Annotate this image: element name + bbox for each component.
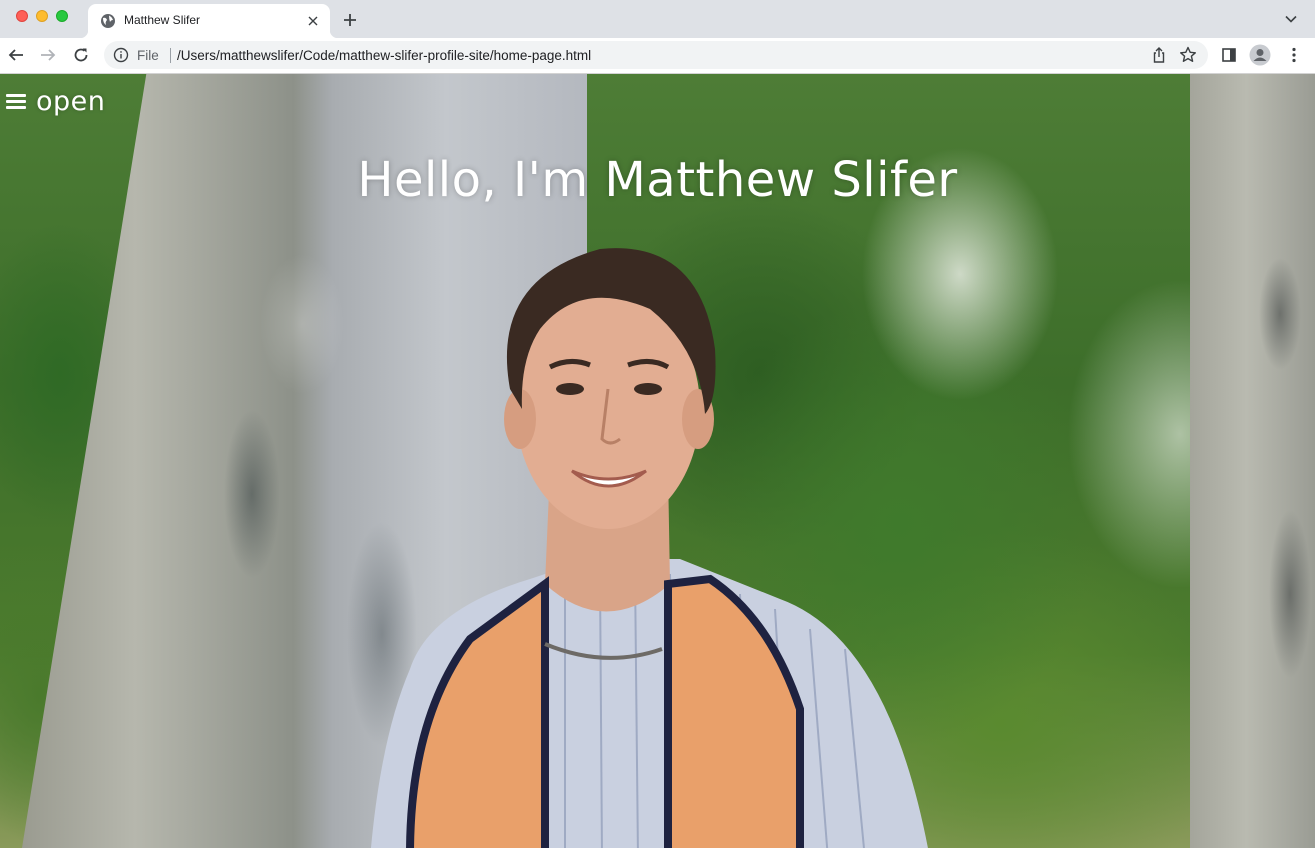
profile-photo [370,248,928,848]
plus-icon [344,14,356,26]
reload-icon [74,48,88,62]
back-button[interactable] [3,42,29,68]
side-panel-button[interactable] [1216,42,1242,68]
reload-button[interactable] [68,42,94,68]
share-icon[interactable] [1150,46,1168,64]
tab-title: Matthew Slifer [124,13,201,27]
page-viewport: open Hello, I'm Matthew Slifer [0,74,1315,848]
forward-button[interactable] [35,42,61,68]
nav-open-toggle[interactable]: open [6,84,105,118]
info-icon[interactable] [113,47,129,63]
active-tab[interactable]: Matthew Slifer [80,4,338,38]
tab-strip: Matthew Slifer [0,0,1315,38]
arrow-right-icon [41,49,56,61]
tab-close-button[interactable] [304,12,322,30]
arrow-left-icon [8,49,23,61]
new-tab-button[interactable] [338,8,362,32]
browser-toolbar: File /Users/matthewslifer/Code/matthew-s… [0,38,1315,74]
close-window-button[interactable] [16,10,28,22]
scheme-label: File [137,48,159,63]
profile-button[interactable] [1247,42,1273,68]
scheme-divider [170,48,171,63]
address-bar[interactable]: File /Users/matthewslifer/Code/matthew-s… [104,41,1208,69]
star-icon[interactable] [1178,45,1198,65]
chevron-down-icon [1285,15,1297,23]
tab-search-button[interactable] [1281,9,1301,29]
hamburger-icon [6,92,26,110]
maximize-window-button[interactable] [56,10,68,22]
url-text[interactable]: /Users/matthewslifer/Code/matthew-slifer… [177,48,591,63]
close-icon [308,16,318,26]
kebab-menu-icon [1292,47,1296,63]
globe-icon [101,14,115,28]
nav-open-label[interactable]: open [36,86,105,117]
minimize-window-button[interactable] [36,10,48,22]
profile-icon [1249,44,1271,66]
side-panel-icon [1222,48,1236,62]
browser-menu-button[interactable] [1281,42,1307,68]
hero-title: Hello, I'm Matthew Slifer [357,152,958,208]
